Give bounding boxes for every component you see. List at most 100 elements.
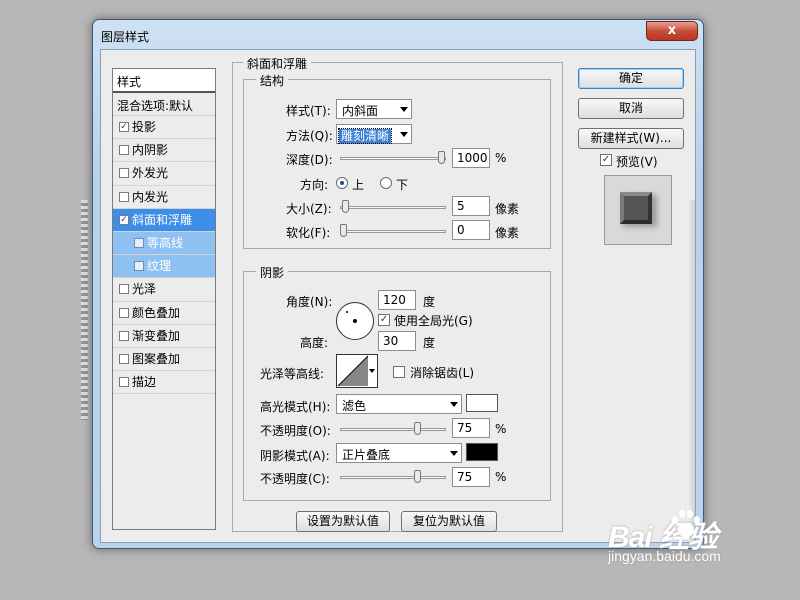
close-button[interactable]: x: [646, 21, 698, 41]
highlight-opacity-label: 不透明度(O):: [260, 424, 331, 438]
highlight-mode-select[interactable]: 滤色: [336, 394, 462, 414]
baidu-watermark: Bai 经验 jingyan.baidu.com: [608, 510, 721, 564]
size-slider[interactable]: [340, 200, 446, 214]
shadow-color-swatch[interactable]: [466, 443, 498, 461]
direction-down-radio[interactable]: [380, 177, 392, 189]
style-item-checkbox[interactable]: ✓: [119, 214, 129, 225]
structure-title: 结构: [256, 72, 289, 89]
soften-slider-thumb[interactable]: [340, 224, 347, 237]
make-default-button[interactable]: 设置为默认值: [296, 511, 390, 532]
technique-select[interactable]: 雕刻清晰: [336, 124, 412, 144]
altitude-unit: 度: [423, 336, 436, 350]
style-item-label: 外发光: [132, 166, 169, 181]
contour-icon: [337, 355, 369, 387]
style-item-label: 等高线: [147, 235, 184, 250]
shadow-mode-select[interactable]: 正片叠底: [336, 443, 462, 463]
shadow-mode-label: 阴影模式(A):: [260, 449, 330, 463]
right-edge-scrollbar[interactable]: [687, 200, 695, 540]
style-item[interactable]: 描边: [113, 371, 215, 395]
dialog-title: 图层样式: [101, 30, 150, 44]
style-item-checkbox[interactable]: [119, 284, 129, 295]
highlight-opacity-unit: %: [495, 422, 507, 436]
size-input[interactable]: 5: [452, 196, 490, 216]
direction-up-radio[interactable]: [336, 177, 348, 189]
style-item-checkbox[interactable]: [119, 353, 129, 364]
antialias-label: 消除锯齿(L): [410, 366, 475, 380]
highlight-color-swatch[interactable]: [466, 394, 498, 412]
preview-checkbox[interactable]: ✓: [600, 154, 612, 166]
depth-label: 深度(D):: [286, 153, 333, 167]
style-item-checkbox[interactable]: [119, 377, 129, 388]
angle-label: 角度(N):: [286, 295, 333, 309]
style-item[interactable]: 图案叠加: [113, 348, 215, 372]
antialias-checkbox[interactable]: [393, 366, 405, 378]
shadow-opacity-label: 不透明度(C):: [260, 472, 330, 486]
highlight-opacity-slider[interactable]: [340, 422, 446, 436]
depth-input[interactable]: 1000: [452, 148, 490, 168]
highlight-opacity-input[interactable]: 75: [452, 418, 490, 438]
size-slider-thumb[interactable]: [341, 200, 349, 213]
style-item[interactable]: 纹理: [113, 255, 215, 279]
style-item-checkbox[interactable]: [119, 145, 129, 156]
ok-button[interactable]: 确定: [578, 68, 684, 89]
style-label: 样式(T):: [286, 104, 331, 118]
style-item[interactable]: 外发光: [113, 162, 215, 186]
style-item-checkbox[interactable]: [134, 261, 144, 272]
cancel-button[interactable]: 取消: [578, 98, 684, 119]
style-item-checkbox[interactable]: [119, 191, 129, 202]
highlight-opacity-thumb[interactable]: [413, 422, 421, 435]
style-item-label: 光泽: [132, 282, 157, 297]
style-item[interactable]: 内阴影: [113, 139, 215, 163]
style-item[interactable]: ✓ 斜面和浮雕: [113, 208, 215, 232]
style-item-label: 内阴影: [132, 143, 169, 158]
soften-input[interactable]: 0: [452, 220, 490, 240]
depth-slider[interactable]: [340, 151, 446, 165]
reset-default-button[interactable]: 复位为默认值: [401, 511, 497, 532]
shadow-opacity-input[interactable]: 75: [452, 467, 490, 487]
style-item-checkbox[interactable]: [119, 168, 129, 179]
shadow-opacity-slider[interactable]: [340, 470, 446, 484]
style-item-checkbox[interactable]: ✓: [119, 122, 129, 132]
style-item[interactable]: 内发光: [113, 186, 215, 209]
style-item-checkbox[interactable]: [119, 307, 129, 318]
style-item[interactable]: 等高线: [113, 231, 215, 256]
depth-unit: %: [495, 151, 507, 165]
style-item-label: 颜色叠加: [132, 305, 181, 320]
style-items: ✓ 投影 内阴影 外发光 内发光 ✓ 斜面和浮雕 等高线 纹理 光泽 颜色叠加 渐变叠加 图案叠加 描边: [113, 116, 215, 395]
blend-options-item[interactable]: 混合选项:默认: [113, 93, 215, 116]
shadow-opacity-unit: %: [495, 470, 507, 484]
soften-slider[interactable]: [340, 224, 446, 238]
new-style-button[interactable]: 新建样式(W)...: [578, 128, 684, 149]
shadow-opacity-track: [340, 476, 446, 479]
altitude-input[interactable]: 30: [378, 331, 416, 351]
style-item[interactable]: ✓ 投影: [113, 116, 215, 140]
shadow-opacity-thumb[interactable]: [413, 470, 421, 483]
style-item[interactable]: 渐变叠加: [113, 325, 215, 348]
preview-swatch: [604, 175, 672, 245]
style-item-checkbox[interactable]: [119, 330, 129, 341]
soften-unit: 像素: [495, 226, 520, 240]
style-select[interactable]: 内斜面: [336, 99, 412, 119]
depth-slider-thumb[interactable]: [438, 151, 445, 164]
style-item-checkbox[interactable]: [134, 237, 144, 248]
style-list-header[interactable]: 样式: [113, 69, 215, 93]
size-label: 大小(Z):: [286, 202, 332, 216]
highlight-mode-value: 滤色: [342, 399, 367, 413]
shading-group: 阴影 角度(N): 120 度 ✓ 使用全局光(G) 高度: 30 度 光泽等高…: [243, 264, 551, 501]
style-item-label: 描边: [132, 375, 157, 390]
highlight-opacity-track: [340, 428, 446, 431]
direction-down-label: 下: [396, 178, 409, 192]
style-item-label: 投影: [132, 120, 157, 134]
angle-input[interactable]: 120: [378, 290, 416, 310]
angle-dial-graphic: [346, 311, 357, 323]
size-slider-track: [340, 206, 446, 209]
highlight-mode-label: 高光模式(H):: [260, 400, 331, 414]
bevel-emboss-group: 斜面和浮雕 结构 样式(T): 内斜面 方法(Q): 雕刻清晰 深度(D): 1…: [232, 55, 563, 532]
style-item[interactable]: 光泽: [113, 278, 215, 302]
angle-dial[interactable]: [336, 302, 374, 340]
direction-label: 方向:: [300, 178, 329, 192]
global-light-checkbox[interactable]: ✓: [378, 314, 390, 326]
style-item[interactable]: 颜色叠加: [113, 302, 215, 325]
dialog-client: 样式 混合选项:默认 ✓ 投影 内阴影 外发光 内发光 ✓ 斜面和浮雕 等高线 纹理 光泽 颜色叠加…: [100, 49, 696, 543]
gloss-contour-picker[interactable]: [336, 354, 378, 388]
